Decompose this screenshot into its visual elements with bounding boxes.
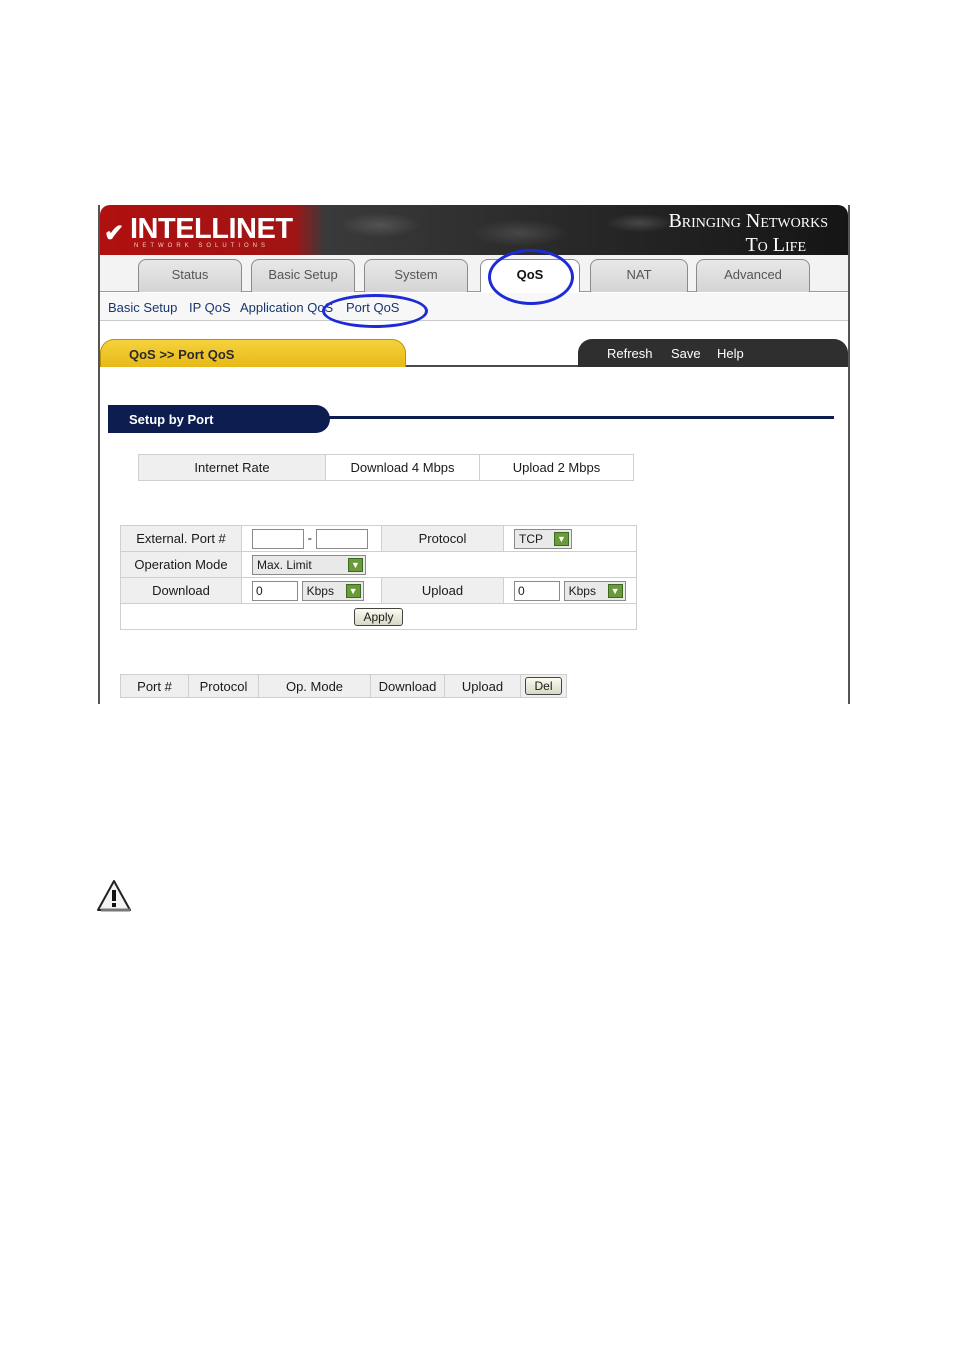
world-map-graphic <box>300 205 720 255</box>
upload-label: Upload <box>381 577 504 604</box>
protocol-cell: TCP ▼ <box>503 525 637 552</box>
apply-button[interactable]: Apply <box>354 607 403 626</box>
page-title: QoS >> Port QoS <box>129 347 235 362</box>
submenu-ip-qos[interactable]: IP QoS <box>189 300 231 315</box>
chevron-down-icon: ▼ <box>345 583 361 598</box>
upload-unit-select[interactable]: Kbps ▼ <box>563 580 626 601</box>
external-port-cell: - <box>241 525 382 552</box>
main-tab-bar: Status Basic Setup System QoS NAT Advanc… <box>100 255 848 292</box>
action-bar: Refresh Save Help <box>578 339 848 367</box>
column-header-port: Port # <box>120 674 189 698</box>
refresh-button[interactable]: Refresh <box>607 346 653 361</box>
delete-button[interactable]: Del <box>525 677 562 695</box>
download-unit-select[interactable]: Kbps ▼ <box>301 580 364 601</box>
protocol-select-value: TCP <box>519 531 543 546</box>
tab-status[interactable]: Status <box>138 259 242 292</box>
tab-nat[interactable]: NAT <box>590 259 688 292</box>
download-input[interactable]: 0 <box>252 580 298 601</box>
column-header-op-mode: Op. Mode <box>258 674 371 698</box>
checkmark-icon: ✔ <box>104 220 125 247</box>
section-rule <box>328 416 834 419</box>
column-header-upload: Upload <box>444 674 521 698</box>
brand-subtitle: NETWORK SOLUTIONS <box>134 243 270 249</box>
download-unit-value: Kbps <box>306 583 334 598</box>
slogan-line-1: Bringing Networks <box>668 210 828 232</box>
tab-qos[interactable]: QoS <box>480 259 580 292</box>
download-cell: 0 Kbps ▼ <box>241 577 382 604</box>
apply-cell: Apply <box>120 603 637 630</box>
section-header: Setup by Port <box>108 405 840 433</box>
qos-submenu: Basic Setup IP QoS Application QoS Port … <box>100 293 848 321</box>
section-title-pill: Setup by Port <box>108 405 330 433</box>
slogan-line-2: To Life <box>745 234 806 255</box>
tab-basic-setup[interactable]: Basic Setup <box>251 259 355 292</box>
chevron-down-icon: ▼ <box>348 557 363 572</box>
external-port-from-input[interactable] <box>252 528 304 549</box>
del-cell: Del <box>520 674 567 698</box>
intellinet-logo: ✔ INTELLINET NETWORK SOLUTIONS <box>104 211 294 251</box>
tab-advanced[interactable]: Advanced <box>696 259 810 292</box>
submenu-port-qos[interactable]: Port QoS <box>346 300 399 315</box>
external-port-to-input[interactable] <box>315 528 368 549</box>
tab-system[interactable]: System <box>364 259 468 292</box>
upload-unit-value: Kbps <box>568 583 596 598</box>
column-header-download: Download <box>370 674 445 698</box>
internet-rate-label: Internet Rate <box>138 454 326 481</box>
upload-cell: 0 Kbps ▼ <box>503 577 637 604</box>
section-title: Setup by Port <box>129 412 214 427</box>
slogan: Bringing Networks To Life <box>668 209 828 255</box>
operation-mode-label: Operation Mode <box>120 551 242 578</box>
chevron-down-icon: ▼ <box>607 583 623 598</box>
submenu-basic-setup[interactable]: Basic Setup <box>108 300 177 315</box>
header-banner: ✔ INTELLINET NETWORK SOLUTIONS Bringing … <box>100 205 848 255</box>
port-range-separator: - <box>307 529 312 545</box>
page-title-tab: QoS >> Port QoS <box>100 339 406 367</box>
upload-rate-value: Upload 2 Mbps <box>479 454 634 481</box>
save-button[interactable]: Save <box>671 346 701 361</box>
internet-rate-table: Internet Rate Download 4 Mbps Upload 2 M… <box>138 454 634 481</box>
warning-icon <box>97 880 131 912</box>
protocol-select[interactable]: TCP ▼ <box>514 528 572 549</box>
operation-mode-select[interactable]: Max. Limit ▼ <box>252 554 366 575</box>
external-port-label: External. Port # <box>120 525 242 552</box>
page-title-bar: QoS >> Port QoS Refresh Save Help <box>100 337 848 367</box>
help-button[interactable]: Help <box>717 346 744 361</box>
upload-input[interactable]: 0 <box>514 580 560 601</box>
router-admin-screenshot: ✔ INTELLINET NETWORK SOLUTIONS Bringing … <box>98 205 850 704</box>
port-qos-rules-table: Port # Protocol Op. Mode Download Upload… <box>120 674 567 698</box>
download-rate-value: Download 4 Mbps <box>325 454 480 481</box>
brand-name: INTELLINET <box>130 213 293 245</box>
protocol-label: Protocol <box>381 525 504 552</box>
chevron-down-icon: ▼ <box>554 531 569 546</box>
download-label: Download <box>120 577 242 604</box>
port-qos-form: External. Port # - Protocol TCP ▼ Operat… <box>120 525 637 630</box>
operation-mode-cell: Max. Limit ▼ <box>241 551 637 578</box>
submenu-application-qos[interactable]: Application QoS <box>240 300 333 315</box>
operation-mode-select-value: Max. Limit <box>257 557 312 572</box>
column-header-protocol: Protocol <box>188 674 259 698</box>
